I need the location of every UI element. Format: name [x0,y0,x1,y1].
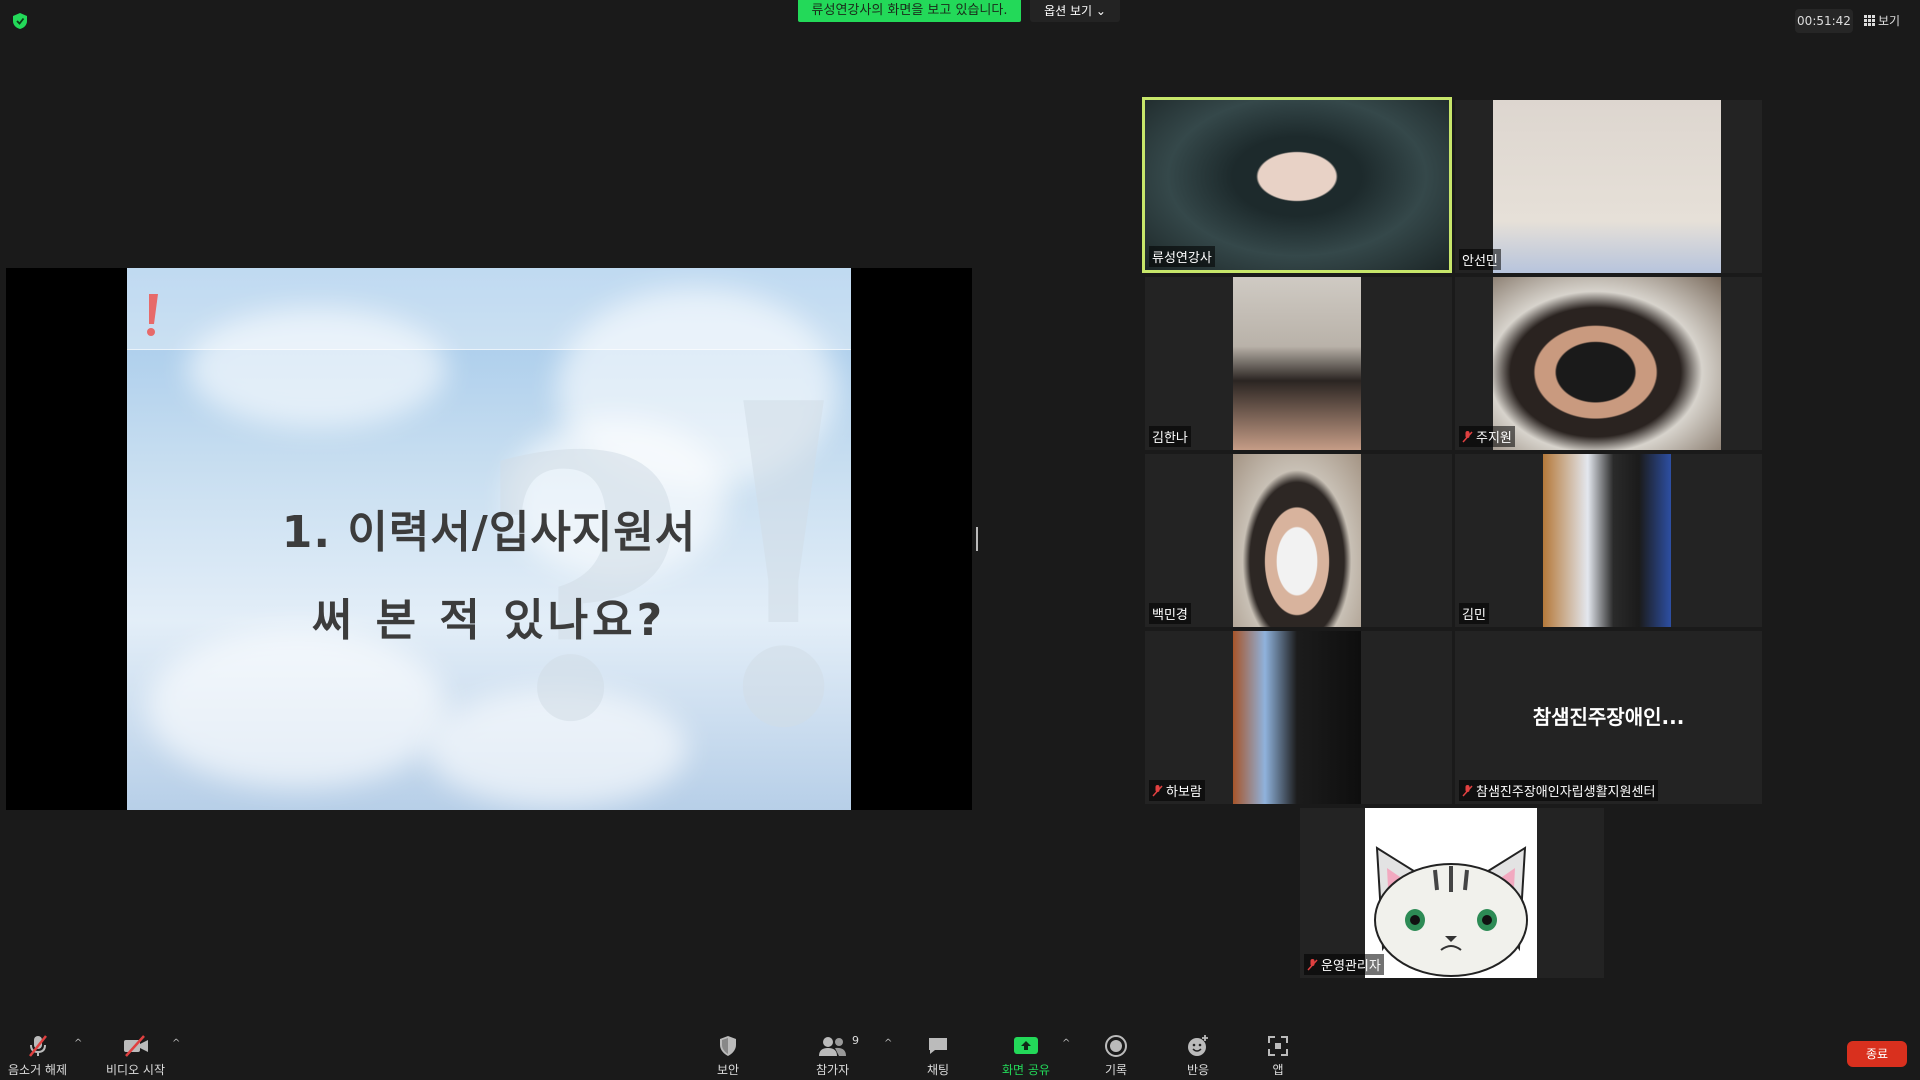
reactions-button[interactable]: 반응 [1186,1034,1210,1078]
participant-name: 백민경 [1149,603,1191,624]
share-status-banner: 류성연강사의 화면을 보고 있습니다. [798,0,1021,22]
record-button[interactable]: 기록 [1104,1034,1128,1078]
mic-muted-icon [1462,431,1473,443]
participant-tile[interactable]: 류성연강사 [1142,97,1452,273]
participant-video [1493,100,1721,273]
mic-muted-icon [1462,785,1473,797]
mic-muted-icon [1152,785,1163,797]
participant-name: 안선민 [1459,249,1501,270]
shield-icon [720,1036,736,1056]
apps-icon [1268,1036,1288,1056]
slide-subtitle: 써 본 적 있나요? [311,595,667,646]
participant-tile[interactable]: 김한나 [1145,277,1452,450]
participant-tile[interactable]: 하보람 [1145,631,1452,804]
mic-muted-icon [1307,959,1318,971]
view-options-dropdown[interactable]: 옵션 보기 ⌄ [1030,0,1120,22]
participant-video [1543,454,1671,627]
unmute-button[interactable]: 음소거 해제 [8,1034,67,1078]
participant-tile[interactable]: 김민 [1455,454,1762,627]
view-options-label: 옵션 보기 [1044,4,1093,18]
participant-tile[interactable]: 안선민 [1455,100,1762,273]
apps-button[interactable]: 앱 [1266,1034,1290,1078]
audio-options-caret[interactable]: ^ [74,1038,82,1049]
participant-tile[interactable]: 주지원 [1455,277,1762,450]
participant-name: 운영관리자 [1304,954,1384,975]
cat-avatar-icon [1374,846,1528,977]
panel-splitter-handle[interactable] [976,527,978,551]
participant-name: 김한나 [1149,426,1191,447]
participant-tile[interactable]: 참샘진주장애인... 참샘진주장애인자립생활지원센터 [1455,631,1762,804]
participant-video [1145,100,1449,270]
chat-button[interactable]: 채팅 [926,1034,950,1078]
participant-video [1233,277,1361,450]
view-layout-button[interactable]: 보기 [1864,9,1900,33]
slide-title: 1. 이력서/입사지원서 [281,507,697,558]
video-off-icon [123,1035,148,1057]
share-options-caret[interactable]: ^ [1062,1038,1070,1049]
participant-name: 류성연강사 [1149,246,1215,267]
participant-video [1493,277,1721,450]
meeting-timer: 00:51:42 [1795,9,1853,33]
presentation-slide: ? ! 1. 이력서/입사지원서 써 본 적 있나요? [127,268,851,810]
participant-tile[interactable]: 운영관리자 [1300,808,1604,978]
smiley-plus-icon [1188,1035,1208,1056]
chevron-down-icon: ⌄ [1095,4,1106,18]
participant-name: 하보람 [1149,780,1205,801]
participant-video [1233,631,1361,804]
meeting-toolbar: 음소거 해제 ^ 비디오 시작 ^ 보안 참가자 9 ^ 채팅 화면 공유 ^ … [0,1024,1920,1080]
participant-avatar [1365,808,1537,978]
participant-display-name: 참샘진주장애인... [1532,705,1685,729]
security-shield-icon [13,13,27,29]
shared-screen: ? ! 1. 이력서/입사지원서 써 본 적 있나요? [6,268,972,810]
mic-off-icon [28,1035,47,1057]
video-options-caret[interactable]: ^ [172,1038,180,1049]
record-icon [1105,1035,1127,1057]
participant-video [1233,454,1361,627]
start-video-button[interactable]: 비디오 시작 [106,1034,165,1078]
participant-name: 참샘진주장애인자립생활지원센터 [1459,780,1659,801]
participants-options-caret[interactable]: ^ [884,1038,892,1049]
people-icon [818,1037,846,1056]
share-screen-icon [1013,1037,1038,1054]
end-meeting-button[interactable]: 종료 [1847,1041,1907,1067]
participant-count: 9 [852,1034,859,1047]
participant-tile[interactable]: 백민경 [1145,454,1452,627]
participant-name: 김민 [1459,603,1489,624]
share-screen-button[interactable]: 화면 공유 [1002,1034,1050,1078]
red-exclamation-icon [147,294,158,336]
chat-bubble-icon [929,1038,947,1054]
view-layout-label: 보기 [1878,14,1901,28]
grid-icon [1864,15,1875,26]
security-button[interactable]: 보안 [716,1034,740,1078]
participant-name: 주지원 [1459,426,1515,447]
participants-button[interactable]: 참가자 [816,1034,849,1078]
